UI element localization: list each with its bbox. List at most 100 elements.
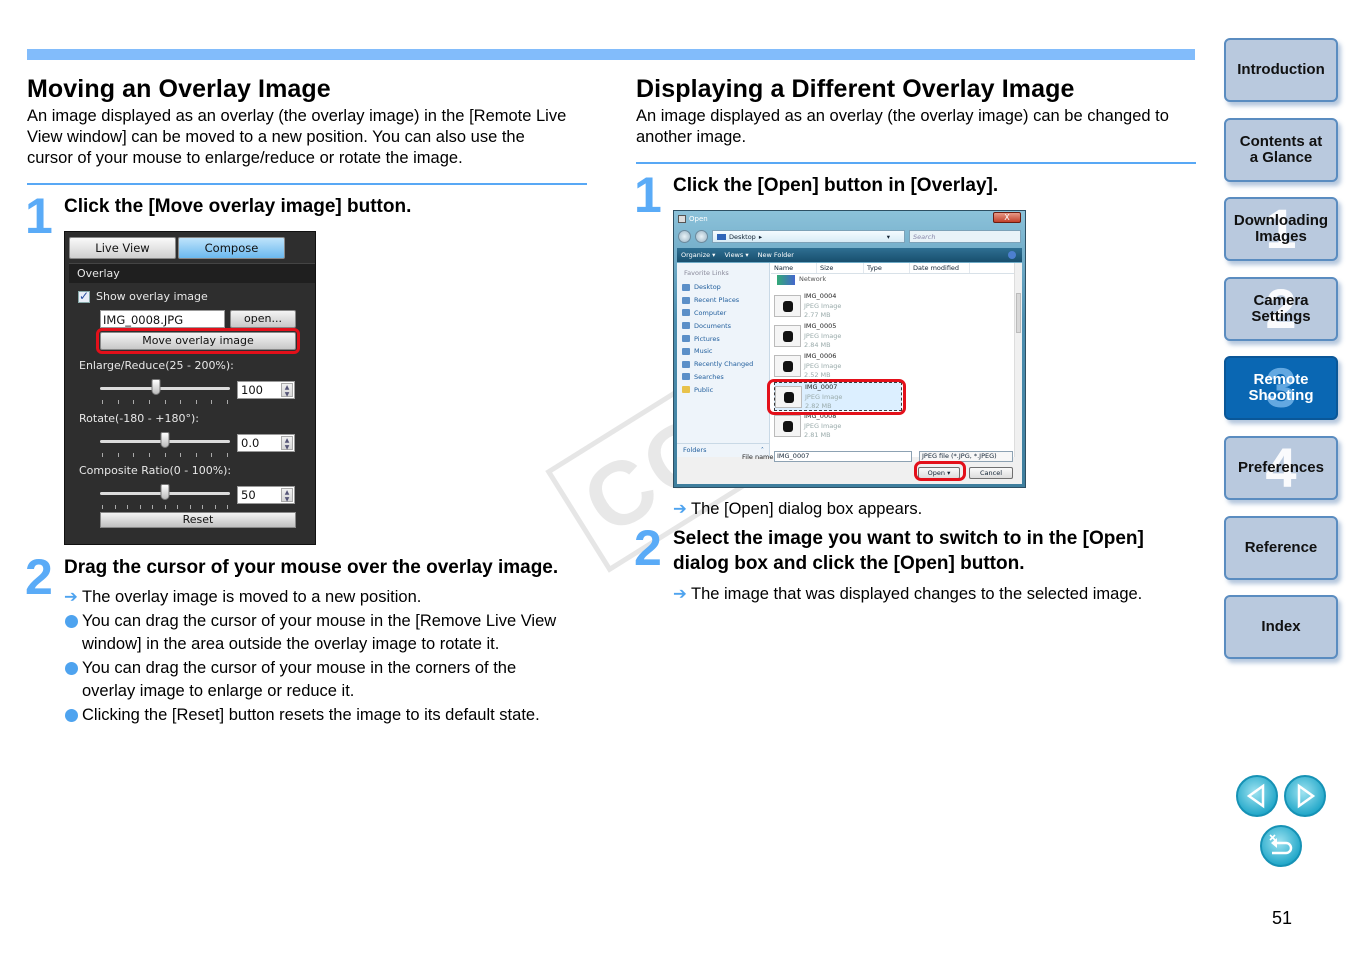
bullet-dot-icon — [65, 708, 78, 722]
step-title: Drag the cursor of your mouse over the o… — [64, 557, 559, 578]
forward-icon[interactable] — [695, 230, 708, 243]
composite-ratio-input[interactable]: 50 ▲ ▼ — [237, 486, 295, 504]
spin-arrows-icon[interactable]: ▲ ▼ — [281, 436, 293, 451]
organize-menu[interactable]: Organize ▾ — [681, 251, 715, 259]
step-number: 1 — [25, 188, 53, 244]
section-divider — [636, 162, 1196, 164]
overlay-header: Overlay — [69, 263, 315, 283]
show-overlay-checkbox[interactable] — [78, 289, 90, 303]
back-icon[interactable] — [678, 230, 691, 243]
arrow-icon: ➔ — [64, 588, 78, 606]
views-menu[interactable]: Views ▾ — [724, 251, 748, 259]
prev-page-button[interactable] — [1236, 775, 1278, 817]
nav-reference[interactable]: Reference — [1224, 516, 1338, 580]
open-dialog-screenshot: Open X Desktop ▸ ▾ Search Organize ▾ Views… — [673, 210, 1026, 488]
vertical-scrollbar[interactable] — [1014, 263, 1022, 457]
fav-music[interactable]: Music — [677, 345, 769, 358]
step-title: Click the [Move overlay image] button. — [64, 196, 412, 217]
new-folder-button[interactable]: New Folder — [758, 251, 794, 259]
section-intro: An image displayed as an overlay (the ov… — [27, 107, 567, 167]
fav-public[interactable]: Public — [677, 383, 769, 396]
bullet-item: You can drag the cursor of your mouse in… — [64, 610, 567, 657]
step-number: 2 — [634, 520, 662, 576]
nav-camera-settings[interactable]: 2 Camera Settings — [1224, 277, 1338, 341]
enlarge-reduce-input[interactable]: 100 ▲ ▼ — [237, 381, 295, 399]
fav-computer[interactable]: Computer — [677, 307, 769, 320]
favorite-links: Favorite Links Desktop Recent Places Com… — [677, 263, 770, 457]
slider-thumb[interactable] — [151, 379, 161, 395]
spin-arrows-icon[interactable]: ▲ ▼ — [281, 488, 293, 503]
tab-live-view[interactable]: Live View — [69, 237, 176, 259]
file-row[interactable]: IMG_0004 JPEG Image 2.77 MB — [774, 292, 902, 321]
slider-thumb[interactable] — [160, 484, 170, 500]
highlight-box-file — [767, 379, 906, 415]
col-type[interactable]: Type — [864, 263, 910, 273]
section-title: Displaying a Different Overlay Image — [636, 75, 1075, 103]
show-overlay-label: Show overlay image — [96, 290, 208, 303]
col-size[interactable]: Size — [817, 263, 864, 273]
section-divider — [27, 183, 587, 185]
return-button[interactable] — [1260, 825, 1302, 867]
triangle-right-icon — [1297, 783, 1316, 809]
highlight-box — [96, 328, 300, 354]
file-row[interactable]: IMG_0006 JPEG Image 2.52 MB — [774, 352, 902, 381]
fav-recent-places[interactable]: Recent Places — [677, 294, 769, 307]
file-row[interactable]: IMG_0008 JPEG Image 2.81 MB — [774, 412, 902, 441]
next-page-button[interactable] — [1284, 775, 1326, 817]
result-item: ➔ The image that was displayed changes to… — [673, 583, 1196, 607]
overlay-file-field[interactable]: IMG_0008.JPG — [100, 310, 225, 328]
tab-compose[interactable]: Compose — [178, 237, 285, 259]
section-intro: An image displayed as an overlay (the ov… — [636, 107, 1169, 146]
address-bar[interactable]: Desktop ▸ ▾ — [712, 230, 905, 243]
result-item: ➔ The [Open] dialog box appears. — [673, 498, 1193, 522]
image-thumbnail — [774, 325, 801, 347]
bullet-dot-icon — [65, 614, 78, 628]
bullet-item: Clicking the [Reset] button resets the i… — [64, 704, 567, 728]
nav-contents-at-a-glance[interactable]: Contents at a Glance — [1224, 118, 1338, 182]
col-date-modified[interactable]: Date modified — [910, 263, 970, 273]
open-button[interactable]: open... — [230, 310, 296, 328]
step-number: 2 — [25, 549, 53, 605]
file-row[interactable]: IMG_0005 JPEG Image 2.84 MB — [774, 322, 902, 351]
fav-searches[interactable]: Searches — [677, 371, 769, 384]
file-name-input[interactable]: IMG_0007 — [774, 451, 912, 462]
dialog-cancel-button[interactable]: Cancel — [969, 467, 1013, 479]
close-icon[interactable]: X — [993, 212, 1021, 223]
triangle-left-icon — [1246, 783, 1265, 809]
rotate-slider[interactable] — [100, 432, 230, 457]
fav-pictures[interactable]: Pictures — [677, 332, 769, 345]
rotate-input[interactable]: 0.0 ▲ ▼ — [237, 434, 295, 452]
nav-preferences[interactable]: 4 Preferences — [1224, 436, 1338, 500]
network-item[interactable]: Network — [777, 275, 826, 285]
search-input[interactable]: Search — [909, 230, 1021, 243]
spin-arrows-icon[interactable]: ▲ ▼ — [281, 383, 293, 398]
bullet-item: You can drag the cursor of your mouse in… — [64, 657, 567, 704]
nav-introduction[interactable]: Introduction — [1224, 38, 1338, 102]
step-2: 2 Select the image you want to switch to… — [634, 520, 1196, 607]
fav-desktop[interactable]: Desktop — [677, 281, 769, 294]
col-name[interactable]: Name — [771, 263, 817, 273]
nav-remote-shooting[interactable]: 3 Remote Shooting — [1224, 356, 1338, 420]
step-number: 1 — [634, 167, 662, 223]
composite-ratio-label: Composite Ratio(0 - 100%): — [79, 464, 232, 477]
section-title: Moving an Overlay Image — [27, 75, 331, 103]
section-different-overlay: Displaying a Different Overlay Image An … — [634, 72, 1196, 223]
overlay-panel-screenshot: Live View Compose Overlay Show overlay i… — [64, 231, 316, 545]
enlarge-reduce-slider[interactable] — [100, 379, 230, 404]
help-icon[interactable] — [1008, 251, 1016, 259]
step-2: 2 Drag the cursor of your mouse over the… — [25, 549, 567, 728]
dialog-title: Open — [689, 215, 708, 223]
file-list: Name Size Type Date modified Network IMG… — [771, 263, 1022, 457]
bullet-dot-icon — [65, 661, 78, 675]
section-moving-overlay: Moving an Overlay Image An image display… — [25, 72, 587, 244]
command-bar: Organize ▾ Views ▾ New Folder — [677, 248, 1022, 262]
arrow-icon: ➔ — [673, 585, 687, 603]
composite-ratio-slider[interactable] — [100, 484, 230, 509]
nav-downloading-images[interactable]: 1 Downloading Images — [1224, 197, 1338, 261]
dialog-icon — [678, 215, 686, 223]
fav-documents[interactable]: Documents — [677, 319, 769, 332]
slider-thumb[interactable] — [160, 432, 170, 448]
reset-button[interactable]: Reset — [100, 512, 296, 528]
fav-recently-changed[interactable]: Recently Changed — [677, 358, 769, 371]
nav-index[interactable]: Index — [1224, 595, 1338, 659]
